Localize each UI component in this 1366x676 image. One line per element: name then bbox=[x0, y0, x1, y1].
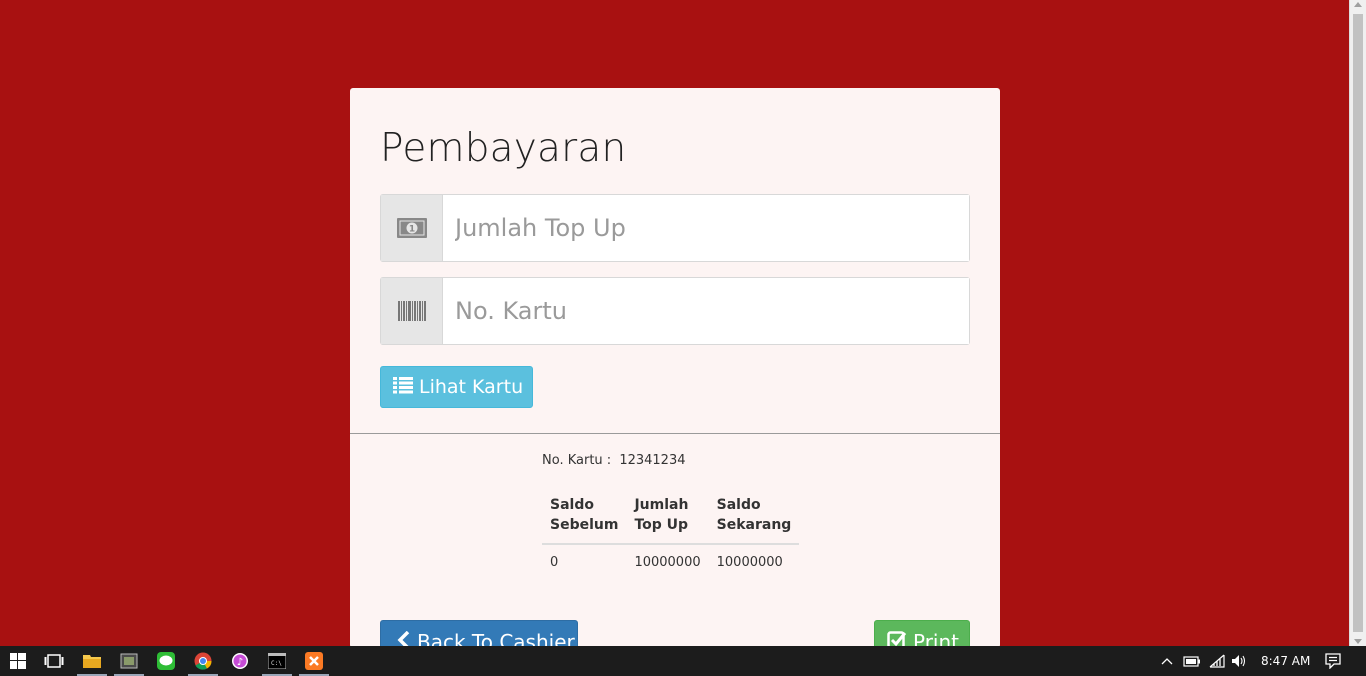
file-explorer-icon[interactable] bbox=[77, 646, 107, 676]
list-icon bbox=[393, 376, 413, 399]
task-view-icon[interactable] bbox=[39, 646, 69, 676]
barcode-icon bbox=[381, 278, 443, 344]
start-icon[interactable] bbox=[3, 646, 33, 676]
app-icon[interactable] bbox=[114, 646, 144, 676]
svg-text:1: 1 bbox=[408, 225, 414, 235]
cmd-icon[interactable]: C:\ bbox=[262, 646, 292, 676]
page-scrollbar[interactable] bbox=[1349, 0, 1366, 646]
chrome-icon[interactable] bbox=[188, 646, 218, 676]
scroll-up-arrow-icon[interactable] bbox=[1354, 2, 1362, 7]
view-card-button[interactable]: Lihat Kartu bbox=[380, 366, 533, 408]
header-topup-amount: Jumlah Top Up bbox=[626, 485, 709, 545]
notification-center-icon[interactable] bbox=[1318, 646, 1348, 676]
amount-input[interactable] bbox=[443, 195, 969, 261]
svg-text:C:\: C:\ bbox=[271, 660, 282, 667]
section-divider bbox=[350, 433, 1000, 434]
back-to-cashier-button[interactable]: Back To Cashier bbox=[380, 620, 578, 648]
money-icon: 1 bbox=[381, 195, 443, 261]
line-icon[interactable] bbox=[151, 646, 181, 676]
card-number-display: No. Kartu : 12341234 bbox=[542, 453, 685, 468]
scroll-down-arrow-icon[interactable] bbox=[1354, 639, 1362, 644]
amount-input-group: 1 bbox=[380, 194, 970, 262]
header-previous-balance: Saldo Sebelum bbox=[542, 485, 627, 545]
scroll-thumb[interactable] bbox=[1353, 14, 1363, 632]
payment-card: Pembayaran 1 Jumlah Top Up No. Kartu Lih… bbox=[350, 88, 1000, 648]
svg-text:♪: ♪ bbox=[237, 657, 243, 668]
taskbar-clock[interactable]: 8:47 AM bbox=[1261, 654, 1310, 668]
cell-previous-balance: 0 bbox=[550, 555, 559, 570]
page-title: Pembayaran bbox=[380, 126, 627, 171]
cell-current-balance: 10000000 bbox=[716, 555, 783, 570]
xampp-icon[interactable] bbox=[299, 646, 329, 676]
itunes-icon[interactable]: ♪ bbox=[225, 646, 255, 676]
card-number-value: 12341234 bbox=[619, 453, 686, 468]
table-header-row: Saldo Sebelum Jumlah Top Up Saldo Sekara… bbox=[542, 485, 800, 545]
cell-topup-amount: 10000000 bbox=[634, 555, 701, 570]
volume-icon[interactable] bbox=[1224, 646, 1254, 676]
taskbar: ♪ C:\ 8:47 AM bbox=[0, 646, 1366, 676]
card-number-label: No. Kartu : bbox=[542, 453, 612, 468]
card-number-input-group bbox=[380, 277, 970, 345]
card-number-input[interactable] bbox=[443, 278, 969, 344]
header-current-balance: Saldo Sekarang bbox=[708, 485, 800, 545]
print-button[interactable]: Print bbox=[874, 620, 970, 648]
balance-table: Saldo Sebelum Jumlah Top Up Saldo Sekara… bbox=[542, 485, 800, 581]
view-card-label: Lihat Kartu bbox=[419, 376, 524, 398]
table-row: 0 10000000 10000000 bbox=[542, 544, 799, 581]
